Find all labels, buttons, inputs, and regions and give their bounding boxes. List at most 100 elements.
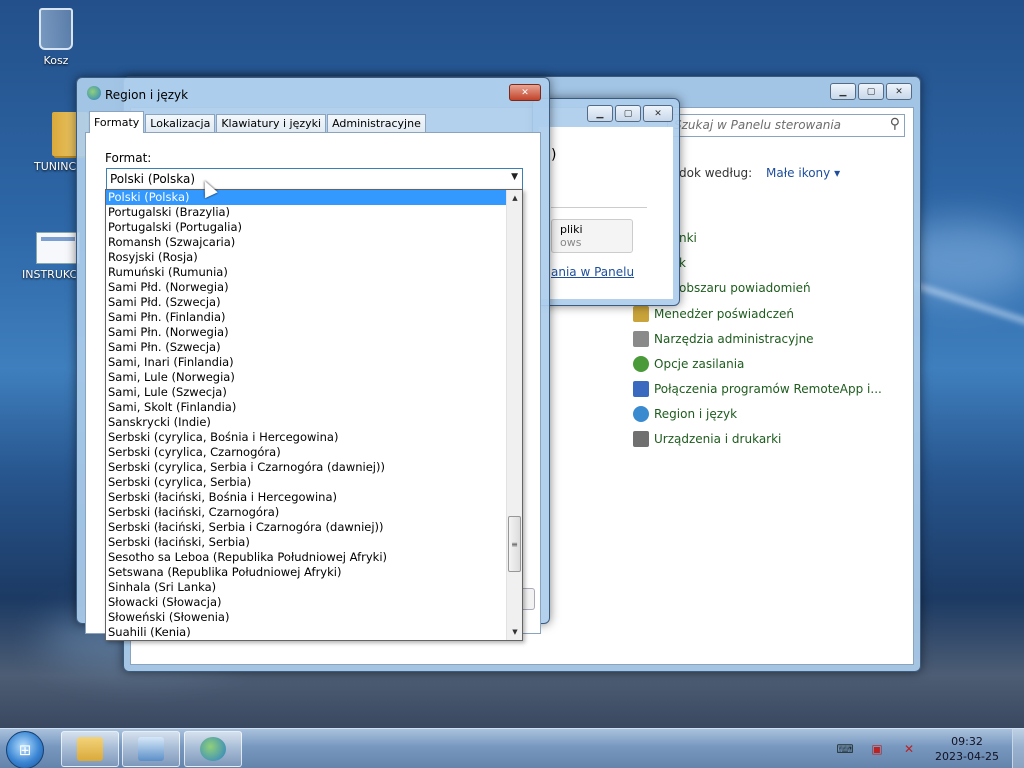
dropdown-option[interactable]: Serbski (cyrylica, Czarnogóra) xyxy=(106,445,506,460)
start-button[interactable]: ⊞ xyxy=(6,731,44,768)
scroll-up-arrow-icon[interactable]: ▲ xyxy=(507,190,522,206)
dropdown-option[interactable]: Portugalski (Portugalia) xyxy=(106,220,506,235)
tab-location[interactable]: Lokalizacja xyxy=(145,114,216,133)
tab-formats[interactable]: Formaty xyxy=(89,111,145,133)
cp-item-label: Opcje zasilania xyxy=(654,357,745,371)
view-by-dropdown[interactable]: Małe ikony ▾ xyxy=(766,166,840,180)
dropdown-option[interactable]: Sami Płn. (Finlandia) xyxy=(106,310,506,325)
paren-fragment: ) xyxy=(551,147,557,163)
clock-time: 09:32 xyxy=(951,735,983,748)
recycle-bin-icon xyxy=(39,8,73,50)
printer-icon xyxy=(633,431,649,447)
dropdown-option[interactable]: Sami Płn. (Szwecja) xyxy=(106,340,506,355)
keyboard-icon[interactable]: ⌨ xyxy=(836,742,854,756)
network-icon[interactable]: ▣ xyxy=(868,742,886,756)
format-select-value: Polski (Polska) xyxy=(110,172,196,186)
format-select[interactable]: Polski (Polska) ▼ xyxy=(106,168,523,190)
scroll-down-arrow-icon[interactable]: ▼ xyxy=(507,624,522,640)
dropdown-option[interactable]: Serbski (cyrylica, Serbia) xyxy=(106,475,506,490)
desktop-icon-label: INSTRUKC xyxy=(22,268,78,281)
cp-item-devices-printers[interactable]: Urządzenia i drukarki xyxy=(633,429,781,449)
tab-bar: Formaty Lokalizacja Klawiatury i języki … xyxy=(89,111,427,133)
dropdown-option[interactable]: Portugalski (Brazylia) xyxy=(106,205,506,220)
dropdown-option[interactable]: Sami Płd. (Szwecja) xyxy=(106,295,506,310)
dropdown-option[interactable]: Rumuński (Rumunia) xyxy=(106,265,506,280)
dropdown-option[interactable]: Sesotho sa Leboa (Republika Południowej … xyxy=(106,550,506,565)
taskbar-control-panel[interactable] xyxy=(122,731,180,767)
maximize-button[interactable]: ▢ xyxy=(858,83,884,100)
files-button-sub: ows xyxy=(560,236,582,249)
volume-muted-icon[interactable]: ✕ xyxy=(900,742,918,756)
search-input[interactable]: Szukaj w Panelu sterowania ⚲ xyxy=(667,114,905,137)
cp-item-admin-tools[interactable]: Narzędzia administracyjne xyxy=(633,329,814,349)
dropdown-option[interactable]: Sami, Skolt (Finlandia) xyxy=(106,400,506,415)
dropdown-option[interactable]: Serbski (łaciński, Bośnia i Hercegowina) xyxy=(106,490,506,505)
view-by: dok według: Małe ikony ▾ xyxy=(679,166,840,180)
dropdown-scrollbar[interactable]: ▲ ≡ ▼ xyxy=(506,190,522,640)
tab-keyboards[interactable]: Klawiatury i języki xyxy=(216,114,327,133)
show-desktop-button[interactable] xyxy=(1012,729,1024,768)
dropdown-option[interactable]: Sami, Inari (Finlandia) xyxy=(106,355,506,370)
globe-icon xyxy=(633,406,649,422)
minimize-button[interactable]: ▁ xyxy=(830,83,856,100)
dropdown-option[interactable]: Rosyjski (Rosja) xyxy=(106,250,506,265)
dropdown-option[interactable]: Słoweński (Słowenia) xyxy=(106,610,506,625)
system-tray: ⌨ ▣ ✕ 09:32 2023-04-25 xyxy=(836,729,1024,768)
clock-date: 2023-04-25 xyxy=(935,750,999,763)
close-button[interactable]: ✕ xyxy=(509,84,541,101)
dropdown-option[interactable]: Sami, Lule (Norwegia) xyxy=(106,370,506,385)
dropdown-option[interactable]: Serbski (łaciński, Serbia i Czarnogóra (… xyxy=(106,520,506,535)
taskbar-region[interactable] xyxy=(184,731,242,767)
minimize-button[interactable]: ▁ xyxy=(587,105,613,122)
cp-item-label: Region i język xyxy=(654,407,738,421)
dropdown-option[interactable]: Serbski (cyrylica, Bośnia i Hercegowina) xyxy=(106,430,506,445)
dropdown-option[interactable]: Sanskrycki (Indie) xyxy=(106,415,506,430)
dropdown-option[interactable]: Sinhala (Sri Lanka) xyxy=(106,580,506,595)
tab-administrative[interactable]: Administracyjne xyxy=(327,114,426,133)
dropdown-option[interactable]: Sami Płn. (Norwegia) xyxy=(106,325,506,340)
taskbar: ⊞ ⌨ ▣ ✕ 09:32 2023-04-25 xyxy=(0,728,1024,768)
chevron-down-icon: ▼ xyxy=(511,172,518,182)
dropdown-option[interactable]: Polski (Polska) xyxy=(106,190,506,205)
format-dropdown-list[interactable]: Polski (Polska) Portugalski (Brazylia) Por… xyxy=(105,189,523,641)
globe-icon xyxy=(87,86,101,100)
scroll-thumb[interactable]: ≡ xyxy=(508,516,521,572)
search-icon[interactable]: ⚲ xyxy=(890,116,900,132)
desktop-icon-label: Kosz xyxy=(43,54,69,67)
cp-item-remoteapp[interactable]: Połączenia programów RemoteApp i... xyxy=(633,379,882,399)
desktop-icon-document[interactable]: INSTRUKC xyxy=(16,232,80,281)
dropdown-option[interactable]: Romansh (Szwajcaria) xyxy=(106,235,506,250)
dropdown-option[interactable]: Suahili (Kenia) xyxy=(106,625,506,640)
cp-item-region-language[interactable]: Region i język xyxy=(633,404,737,424)
cp-item-fragment[interactable]: obszaru powiadomień xyxy=(679,281,811,295)
dropdown-option[interactable]: Serbski (łaciński, Serbia) xyxy=(106,535,506,550)
dropdown-option[interactable]: Serbski (łaciński, Czarnogóra) xyxy=(106,505,506,520)
document-icon xyxy=(36,232,80,264)
clock[interactable]: 09:32 2023-04-25 xyxy=(932,734,1002,764)
cp-item-label: Menedżer poświadczeń xyxy=(654,307,794,321)
panel-link[interactable]: ania w Panelu xyxy=(551,265,634,279)
secondary-window-content: ) pliki ows ania w Panelu xyxy=(539,127,673,299)
cp-item-label: Urządzenia i drukarki xyxy=(654,432,782,446)
dropdown-option[interactable]: Sami Płd. (Norwegia) xyxy=(106,280,506,295)
remoteapp-icon xyxy=(633,381,649,397)
dropdown-option[interactable]: Sami, Lule (Szwecja) xyxy=(106,385,506,400)
dialog-title: Region i język xyxy=(105,88,189,102)
view-by-label: dok według: xyxy=(679,166,753,180)
power-icon xyxy=(633,356,649,372)
maximize-button[interactable]: ▢ xyxy=(615,105,641,122)
files-button[interactable]: pliki ows xyxy=(551,219,633,253)
taskbar-explorer[interactable] xyxy=(61,731,119,767)
close-button[interactable]: ✕ xyxy=(643,105,673,122)
close-button[interactable]: ✕ xyxy=(886,83,912,100)
desktop-icon-recycle-bin[interactable]: Kosz xyxy=(16,8,96,67)
dropdown-option[interactable]: Serbski (cyrylica, Serbia i Czarnogóra (… xyxy=(106,460,506,475)
cp-item-fragment[interactable]: k xyxy=(679,256,686,270)
dropdown-option[interactable]: Słowacki (Słowacja) xyxy=(106,595,506,610)
cp-item-fragment[interactable]: nki xyxy=(679,231,697,245)
cp-item-credential-manager[interactable]: Menedżer poświadczeń xyxy=(633,304,794,324)
cp-item-power-options[interactable]: Opcje zasilania xyxy=(633,354,744,374)
desktop-icon-label: TUNINC xyxy=(34,160,77,173)
search-placeholder: Szukaj w Panelu sterowania xyxy=(674,118,842,132)
dropdown-option[interactable]: Setswana (Republika Południowej Afryki) xyxy=(106,565,506,580)
